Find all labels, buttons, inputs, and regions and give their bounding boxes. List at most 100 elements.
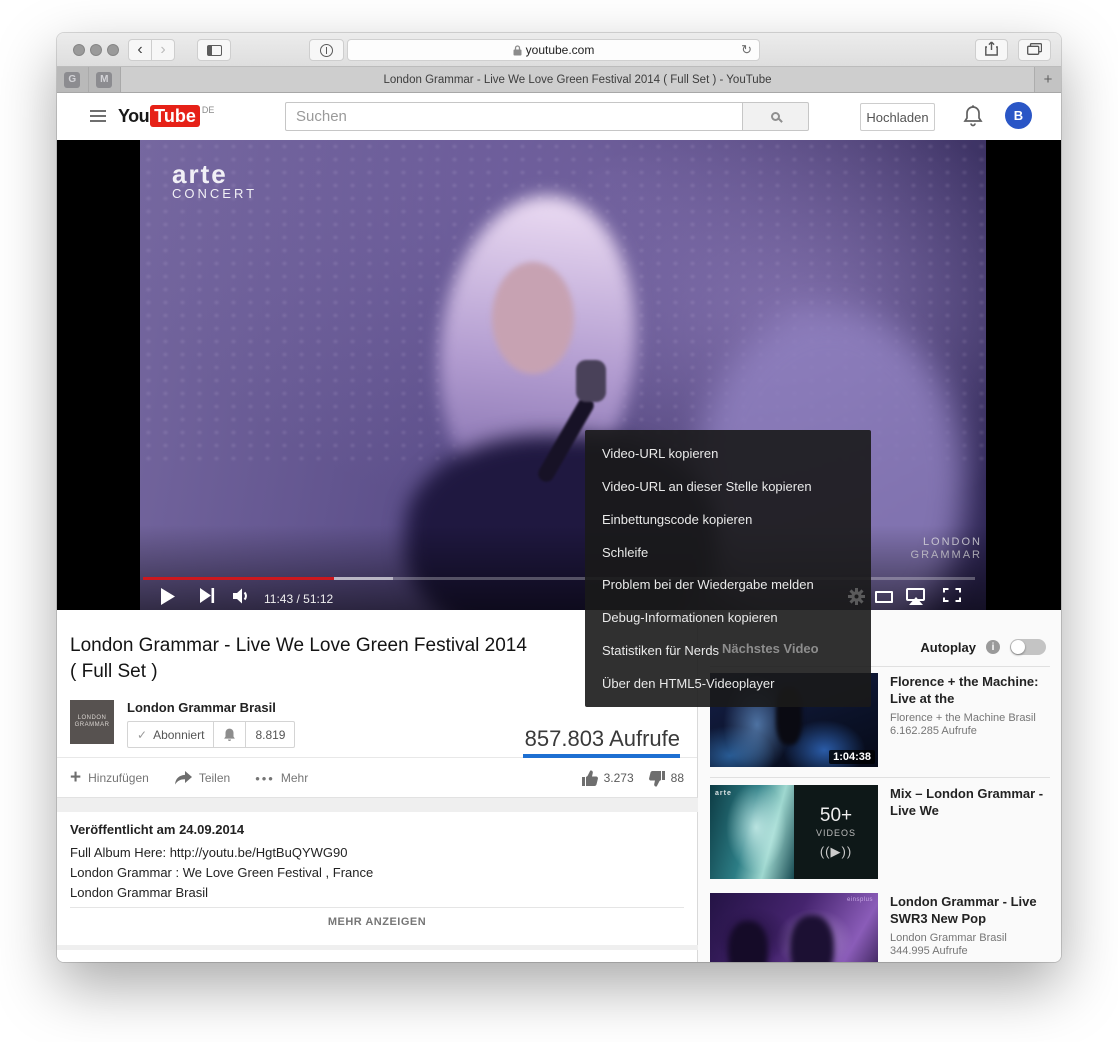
forward-button[interactable]: › [151, 39, 175, 61]
show-more-button[interactable]: MEHR ANZEIGEN [57, 916, 697, 928]
arte-mini-logo: arte [715, 790, 732, 797]
view-count: 857.803 Aufrufe [525, 726, 680, 752]
add-to-button[interactable]: + Hinzufügen [70, 767, 149, 789]
notification-bell-button[interactable] [213, 722, 245, 747]
thumbs-up-icon[interactable] [581, 770, 599, 787]
section-gap [57, 798, 698, 812]
arte-concert-logo: arte CONCERT [172, 162, 257, 201]
mix-label: VIDEOS [816, 828, 856, 838]
autoplay-row: Autoplay i [920, 639, 1046, 655]
mix-thumbnail[interactable]: arte 50+ VIDEOS ((▶)) [710, 785, 878, 879]
search-icon [771, 112, 780, 121]
tab-title: London Grammar - Live We Love Green Fest… [384, 74, 772, 86]
related-video-row: arte 50+ VIDEOS ((▶)) Mix – London Gramm… [710, 785, 1050, 879]
play-button[interactable] [160, 588, 175, 605]
gear-icon [848, 588, 865, 605]
sidebar-divider [710, 777, 1050, 778]
menu-item-about-html5[interactable]: Über den HTML5-Videoplayer [585, 667, 871, 700]
settings-button[interactable] [848, 588, 865, 605]
active-tab[interactable]: London Grammar - Live We Love Green Fest… [121, 67, 1034, 92]
subscribed-label: Abonniert [153, 728, 204, 742]
airplay-icon [906, 588, 925, 601]
youtube-logo[interactable]: You Tube DE [118, 105, 214, 127]
next-button[interactable] [200, 588, 215, 603]
reload-icon[interactable]: ↻ [741, 42, 752, 58]
share-button[interactable] [975, 39, 1008, 61]
toggle-knob [1011, 640, 1025, 654]
upload-button[interactable]: Hochladen [860, 103, 935, 131]
youtube-header: You Tube DE Hochladen B [57, 93, 1061, 140]
menu-item-loop[interactable]: Schleife [585, 536, 871, 569]
channel-avatar[interactable]: LONDON GRAMMAR [70, 700, 114, 744]
more-dots-icon: ••• [255, 771, 275, 786]
bell-small-icon [223, 727, 236, 742]
close-window-button[interactable] [73, 44, 85, 56]
description-line: London Grammar : We Love Green Festival … [70, 865, 373, 880]
logo-tube: Tube [150, 105, 200, 127]
related-title[interactable]: London Grammar - Live SWR3 New Pop [890, 893, 1048, 927]
more-actions-button[interactable]: ••• Mehr [255, 771, 308, 786]
info-icon[interactable]: i [986, 640, 1000, 654]
account-avatar[interactable]: B [1005, 102, 1032, 129]
logo-region: DE [202, 105, 215, 115]
rating-buttons: 3.273 88 [567, 758, 684, 798]
theater-mode-button[interactable] [875, 591, 893, 603]
scene-shape [728, 921, 768, 962]
next-video-heading: Nächstes Video [722, 641, 819, 656]
pinned-tab-m[interactable]: M [89, 67, 120, 92]
video-player: arte CONCERT LONDON GRAMMAR 11:43 / 51:1… [57, 140, 1061, 610]
volume-icon [233, 588, 251, 604]
related-video-row: einsplus London Grammar - Live SWR3 New … [710, 893, 1050, 962]
related-views: 6.162.285 Aufrufe [890, 725, 1048, 737]
menu-item-copy-embed[interactable]: Einbettungscode kopieren [585, 503, 871, 536]
search-input[interactable] [285, 102, 743, 131]
extension-button[interactable] [309, 39, 344, 61]
menu-item-copy-debug[interactable]: Debug-Informationen kopieren [585, 601, 871, 634]
tab-overview-button[interactable] [1018, 39, 1051, 61]
subscribed-button[interactable]: ✓ Abonniert [128, 722, 213, 747]
video-title: London Grammar - Live We Love Green Fest… [70, 633, 530, 685]
logo-you: You [118, 105, 149, 127]
url-text: youtube.com [526, 43, 595, 57]
search-button[interactable] [743, 102, 809, 131]
publish-date: Veröffentlicht am 24.09.2014 [70, 822, 244, 837]
play-on-tv-button[interactable] [906, 588, 925, 601]
description-divider [70, 907, 684, 908]
autoplay-label: Autoplay [920, 640, 976, 655]
menu-hamburger-button[interactable] [90, 110, 106, 125]
related-thumbnail[interactable]: einsplus [710, 893, 878, 962]
scene-shape [790, 915, 834, 962]
menu-item-copy-url[interactable]: Video-URL kopieren [585, 437, 871, 470]
share-video-button[interactable]: Teilen [174, 771, 230, 786]
menu-item-copy-url-at-time[interactable]: Video-URL an dieser Stelle kopieren [585, 470, 871, 503]
duration-badge: 1:04:38 [829, 750, 875, 764]
channel-name[interactable]: London Grammar Brasil [127, 700, 276, 715]
pinned-tab-g[interactable]: G [57, 67, 89, 92]
back-button[interactable]: ‹ [128, 39, 152, 61]
sidebar-toggle-button[interactable] [197, 39, 231, 61]
autoplay-toggle[interactable] [1010, 639, 1046, 655]
url-field[interactable]: youtube.com ↻ [347, 39, 760, 61]
volume-button[interactable] [233, 588, 251, 604]
zoom-window-button[interactable] [107, 44, 119, 56]
lock-icon [513, 45, 522, 56]
scene-shape [576, 360, 606, 402]
menu-item-report-playback[interactable]: Problem bei der Wiedergabe melden [585, 569, 871, 602]
new-tab-button[interactable]: + [1034, 67, 1061, 92]
share-arrow-icon [174, 771, 192, 786]
mix-radio-icon: ((▶)) [820, 844, 852, 860]
avatar-letter: B [1014, 108, 1023, 123]
forward-icon: › [160, 42, 165, 58]
minimize-window-button[interactable] [90, 44, 102, 56]
subscriber-count: 8.819 [245, 722, 294, 747]
add-to-label: Hinzufügen [88, 771, 149, 785]
mix-thumb-image: arte [710, 785, 794, 879]
description-line-link[interactable]: Full Album Here: http://youtu.be/HgtBuQY… [70, 845, 347, 860]
notifications-bell-button[interactable] [962, 104, 984, 133]
fullscreen-button[interactable] [943, 588, 961, 602]
pinned-tab-g-icon: G [64, 72, 80, 88]
related-title[interactable]: Mix – London Grammar - Live We [890, 785, 1048, 819]
thumbs-down-icon[interactable] [648, 770, 666, 787]
related-title[interactable]: Florence + the Machine: Live at the [890, 673, 1048, 707]
time-display: 11:43 / 51:12 [264, 592, 333, 606]
